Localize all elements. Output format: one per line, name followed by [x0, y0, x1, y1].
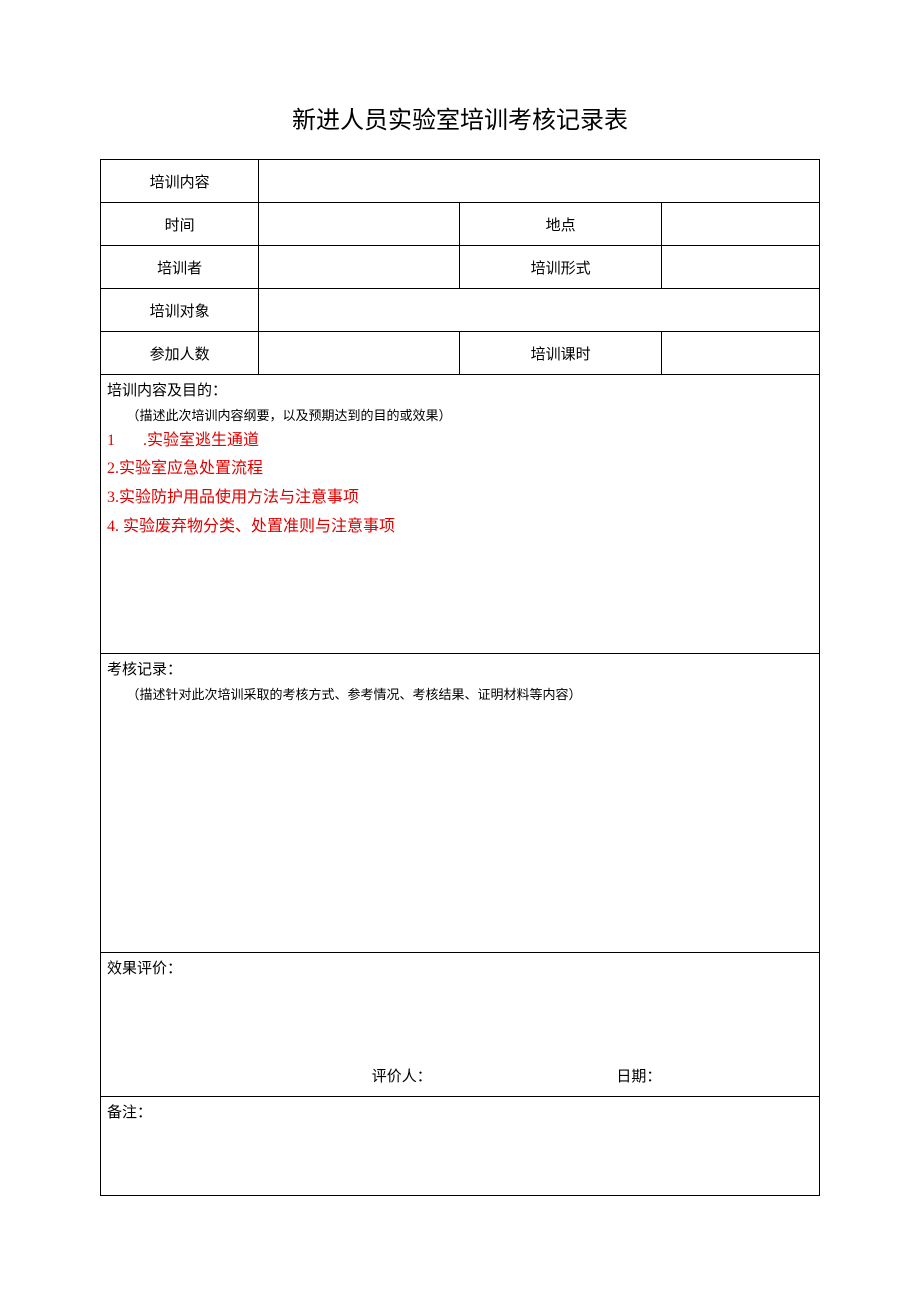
row-effect-evaluation: 效果评价： 评价人： 日期： [101, 953, 820, 1097]
content-item-1: 1 .实验室逃生通道 [107, 427, 813, 456]
section-note[interactable]: 备注： [101, 1097, 820, 1196]
value-training-hours[interactable] [661, 332, 819, 375]
page: 新进人员实验室培训考核记录表 培训内容 时间 地点 培训者 培训形式 培训对象 … [0, 0, 920, 1301]
row-assessment-record: 考核记录： （描述针对此次培训采取的考核方式、参考情况、考核结果、证明材料等内容… [101, 654, 820, 953]
row-trainer-form: 培训者 培训形式 [101, 246, 820, 289]
value-attendance[interactable] [259, 332, 460, 375]
value-trainer[interactable] [259, 246, 460, 289]
label-training-hours: 培训课时 [460, 332, 661, 375]
eval-section-title: 效果评价： [107, 957, 813, 983]
row-training-content: 培训内容 [101, 160, 820, 203]
label-trainee: 培训对象 [101, 289, 259, 332]
page-title: 新进人员实验室培训考核记录表 [100, 100, 820, 135]
content-item-3: 3.实验防护用品使用方法与注意事项 [107, 484, 813, 513]
section-effect-evaluation[interactable]: 效果评价： 评价人： 日期： [101, 953, 820, 1097]
section-assessment-record[interactable]: 考核记录： （描述针对此次培训采取的考核方式、参考情况、考核结果、证明材料等内容… [101, 654, 820, 953]
record-section-title: 考核记录： [107, 658, 813, 684]
row-note: 备注： [101, 1097, 820, 1196]
row-content-purpose: 培训内容及目的： （描述此次培训内容纲要，以及预期达到的目的或效果） 1 .实验… [101, 375, 820, 654]
content-item-2: 2.实验室应急处置流程 [107, 455, 813, 484]
value-place[interactable] [661, 203, 819, 246]
record-section-hint: （描述针对此次培训采取的考核方式、参考情况、考核结果、证明材料等内容） [107, 684, 813, 706]
value-training-form[interactable] [661, 246, 819, 289]
row-attendance-hours: 参加人数 培训课时 [101, 332, 820, 375]
form-table: 培训内容 时间 地点 培训者 培训形式 培训对象 参加人数 培训课时 [100, 159, 820, 1196]
label-attendance: 参加人数 [101, 332, 259, 375]
row-time-place: 时间 地点 [101, 203, 820, 246]
content-section-title: 培训内容及目的： [107, 379, 813, 405]
section-content-purpose[interactable]: 培训内容及目的： （描述此次培训内容纲要，以及预期达到的目的或效果） 1 .实验… [101, 375, 820, 654]
label-time: 时间 [101, 203, 259, 246]
label-eval-person: 评价人： [372, 1069, 432, 1085]
label-place: 地点 [460, 203, 661, 246]
content-section-hint: （描述此次培训内容纲要，以及预期达到的目的或效果） [107, 405, 813, 427]
label-training-form: 培训形式 [460, 246, 661, 289]
value-time[interactable] [259, 203, 460, 246]
value-trainee[interactable] [259, 289, 820, 332]
label-trainer: 培训者 [101, 246, 259, 289]
row-trainee: 培训对象 [101, 289, 820, 332]
note-title: 备注： [107, 1105, 152, 1121]
label-eval-date: 日期： [616, 1069, 661, 1085]
label-training-content: 培训内容 [101, 160, 259, 203]
content-item-4: 4. 实验废弃物分类、处置准则与注意事项 [107, 513, 813, 542]
value-training-content[interactable] [259, 160, 820, 203]
